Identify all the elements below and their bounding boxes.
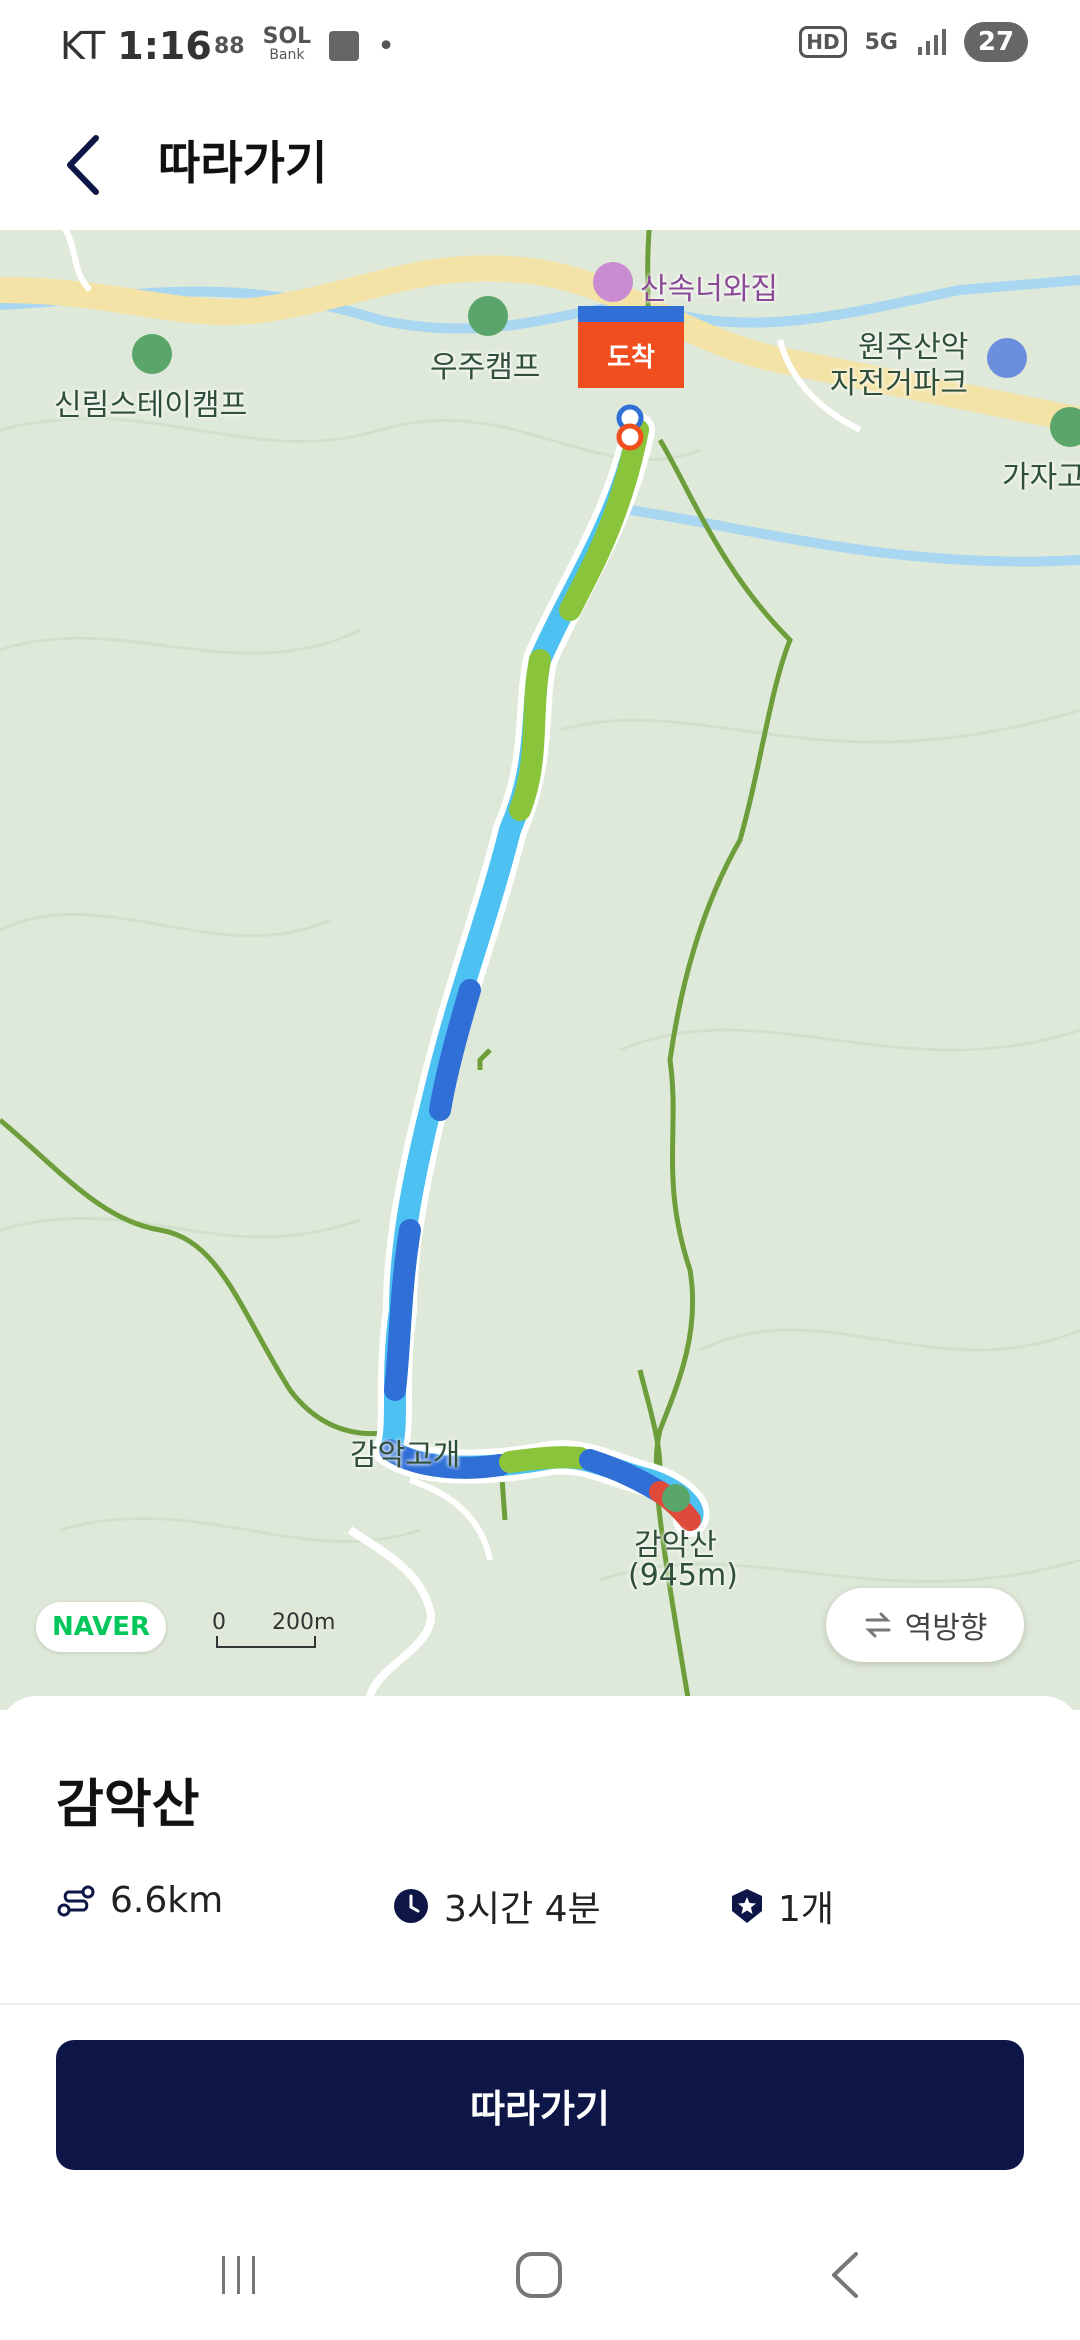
hd-voice-icon: HD xyxy=(799,26,847,58)
system-navigation-bar xyxy=(0,2220,1080,2340)
poi-pins xyxy=(132,262,1080,1512)
carrier-label: KT xyxy=(60,24,106,68)
network-5g-icon: 5G xyxy=(864,29,898,55)
home-icon[interactable] xyxy=(514,2250,564,2300)
map-view[interactable]: 산속너와집 우주캠프 신림스테이캠프 원주산악 자전거파크 가자고 감악고개 감… xyxy=(0,230,1080,1710)
battery-indicator: 27 xyxy=(964,22,1028,62)
back-chevron-icon[interactable] xyxy=(60,130,104,200)
route-end-marker xyxy=(616,423,644,451)
poi-label-gajago[interactable]: 가자고 xyxy=(1002,452,1080,496)
reverse-direction-button[interactable]: 역방향 xyxy=(826,1588,1024,1662)
map-canvas xyxy=(0,230,1080,1710)
duration-value: 3시간 4분 xyxy=(444,1889,601,1930)
status-indicators: HD 5G 27 xyxy=(799,22,1028,62)
sheet-divider xyxy=(0,2003,1080,2005)
poi-label-camp-sinrim[interactable]: 신림스테이캠프 xyxy=(54,380,247,424)
signal-icon xyxy=(918,29,946,55)
status-carrier-time: KT 1:16 xyxy=(60,24,212,68)
follow-button[interactable]: 따라가기 xyxy=(56,2040,1024,2170)
scale-zero: 0 xyxy=(212,1610,226,1635)
clock: 1:16 xyxy=(117,24,212,68)
course-duration: 3시간 4분 xyxy=(392,1880,601,1932)
river-lower xyxy=(629,505,1080,567)
route-icon xyxy=(57,1885,95,1916)
course-stamps: 1개 xyxy=(730,1880,834,1932)
course-distance: 6.6km xyxy=(56,1880,223,1921)
poi-label-summit-elev: (945m) xyxy=(628,1558,738,1593)
scale-distance: 200m xyxy=(272,1610,336,1635)
poi-label-pass[interactable]: 감악고개 xyxy=(350,1430,460,1474)
stamp-badge-icon xyxy=(732,1889,762,1923)
course-name: 감악산 xyxy=(56,1775,200,1835)
reverse-direction-label: 역방향 xyxy=(904,1611,988,1646)
arrival-flag: 도착 xyxy=(578,322,684,388)
poi-label-camp-woojoo[interactable]: 우주캠프 xyxy=(430,342,540,386)
page-title: 따라가기 xyxy=(158,136,328,190)
app-notification-icon: 88 xyxy=(214,33,245,59)
poi-label-pension[interactable]: 산속너와집 xyxy=(640,264,778,308)
more-notifications-dot: • xyxy=(377,28,395,64)
scale-bar xyxy=(216,1636,316,1648)
bank-notification-icon: SOL Bank xyxy=(262,24,312,64)
stamps-value: 1개 xyxy=(778,1889,835,1930)
hiking-route xyxy=(373,413,710,1537)
notification-icons: 88 SOL Bank • xyxy=(214,24,395,64)
distance-value: 6.6km xyxy=(110,1880,224,1921)
game-notification-icon xyxy=(329,31,360,61)
clock-icon xyxy=(394,1889,428,1923)
recent-apps-icon[interactable] xyxy=(216,2252,262,2298)
back-icon[interactable] xyxy=(826,2250,866,2300)
naver-logo: NAVER xyxy=(36,1602,166,1652)
poi-label-park-2[interactable]: 자전거파크 xyxy=(830,358,968,402)
status-bar: KT 1:16 88 SOL Bank • HD 5G 27 xyxy=(0,0,1080,96)
swap-arrows-icon xyxy=(864,1612,891,1638)
